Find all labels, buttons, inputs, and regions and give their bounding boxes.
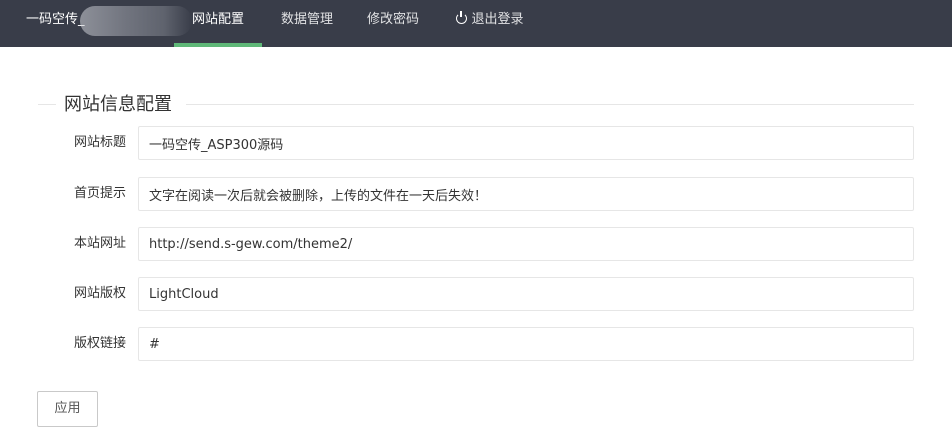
home-notice-label: 首页提示 — [73, 186, 126, 201]
fieldset-divider-left — [38, 104, 56, 105]
form-row-site-title: 网站标题 — [38, 126, 914, 160]
nav-change-password-label: 修改密码 — [366, 12, 419, 27]
top-navbar: 一码空传_ 网站配置 数据管理 修改密码 退出登录 — [0, 0, 952, 47]
form-row-site-url: 本站网址 — [38, 227, 914, 261]
fieldset-divider-right — [186, 104, 914, 105]
form-row-copyright: 网站版权 — [38, 277, 914, 311]
section-title: 网站信息配置 — [64, 94, 172, 115]
nav-data-management[interactable]: 数据管理 — [280, 0, 334, 47]
copyright-link-label: 版权链接 — [73, 336, 126, 351]
active-tab-indicator — [174, 43, 262, 47]
apply-button[interactable]: 应用 — [37, 391, 98, 427]
site-url-input[interactable] — [138, 227, 914, 261]
nav-data-management-label: 数据管理 — [280, 12, 333, 27]
nav-logout[interactable]: 退出登录 — [454, 0, 526, 47]
site-url-label: 本站网址 — [73, 236, 126, 251]
site-brand: 一码空传_ — [26, 12, 85, 27]
nav-site-config-label: 网站配置 — [191, 12, 244, 27]
nav-change-password[interactable]: 修改密码 — [366, 0, 420, 47]
home-notice-input[interactable] — [138, 177, 914, 211]
form-row-copyright-link: 版权链接 — [38, 327, 914, 361]
power-icon — [456, 11, 468, 24]
site-title-label: 网站标题 — [73, 135, 126, 150]
nav-site-config[interactable]: 网站配置 — [174, 0, 262, 47]
copyright-link-input[interactable] — [138, 327, 914, 361]
copyright-label: 网站版权 — [73, 286, 126, 301]
copyright-input[interactable] — [138, 277, 914, 311]
form-row-home-notice: 首页提示 — [38, 177, 914, 211]
site-title-input[interactable] — [138, 126, 914, 160]
nav-logout-label: 退出登录 — [471, 12, 524, 27]
